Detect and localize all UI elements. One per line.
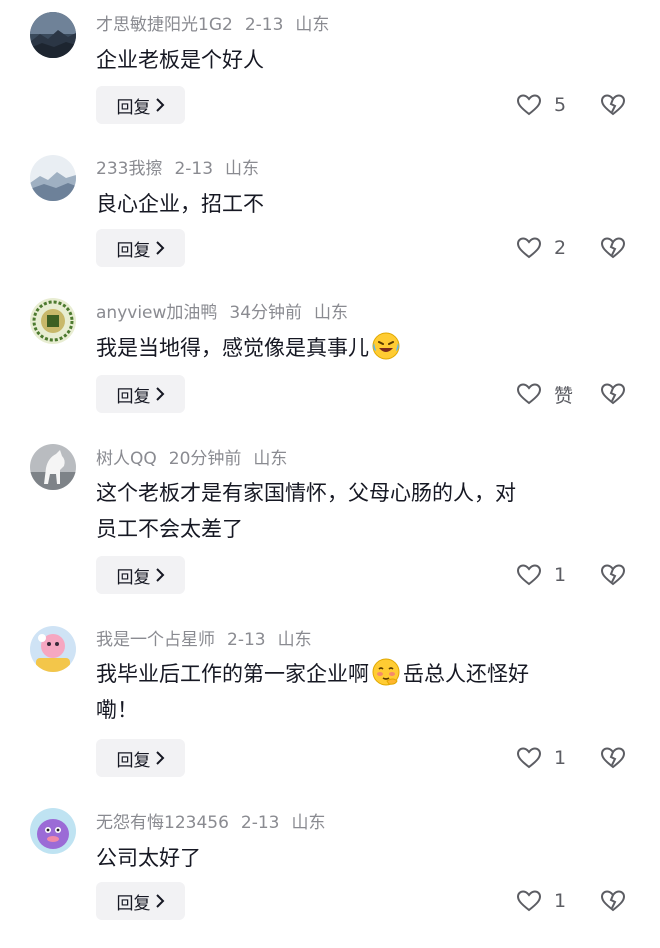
misty-mountain-avatar	[30, 155, 76, 201]
reply-button[interactable]: 回复	[96, 882, 185, 920]
username[interactable]: 无怨有悔123456	[96, 813, 229, 833]
chevron-right-icon	[155, 98, 164, 112]
reply-label: 回复	[116, 567, 151, 588]
reply-button[interactable]: 回复	[96, 375, 185, 413]
broken-heart-icon	[600, 383, 626, 405]
comment-time: 20分钟前	[168, 449, 242, 469]
comment-location: 山东	[314, 303, 349, 323]
broken-heart-icon	[600, 747, 626, 769]
comment-meta: 无怨有悔123456 2-13 山东	[96, 812, 338, 834]
like-count: 1	[554, 564, 567, 586]
comment-text: 这个老板才是有家国情怀，父母心肠的人，对 员工不会太差了	[96, 475, 636, 547]
avatar[interactable]	[30, 626, 76, 672]
comment-location: 山东	[291, 813, 326, 833]
comment-time: 2-13	[244, 15, 284, 35]
mountain-landscape-avatar	[30, 12, 76, 58]
chevron-right-icon	[155, 751, 164, 765]
heart-icon	[516, 564, 542, 586]
like-button[interactable]: 1	[516, 739, 566, 777]
shy-face-emoji	[372, 658, 400, 686]
username[interactable]: 树人QQ	[96, 449, 157, 469]
chevron-right-icon	[155, 241, 164, 255]
comment-text-line: 这个老板才是有家国情怀，父母心肠的人，对	[96, 481, 516, 505]
broken-heart-icon	[600, 890, 626, 912]
like-button[interactable]: 2	[516, 229, 566, 267]
heart-icon	[516, 237, 542, 259]
comment-meta: 才思敏捷阳光1G2 2-13 山东	[96, 14, 341, 36]
comment-text: 我毕业后工作的第一家企业啊 岳总人还怪好 嘞！	[96, 656, 636, 728]
white-horse-avatar	[30, 444, 76, 490]
like-button[interactable]: 赞	[516, 375, 573, 413]
heart-icon	[516, 94, 542, 116]
heart-icon	[516, 890, 542, 912]
comment-text: 良心企业，招工不	[96, 192, 264, 216]
reply-label: 回复	[116, 386, 151, 407]
purple-cartoon-avatar	[30, 808, 76, 854]
dislike-button[interactable]	[600, 882, 626, 920]
like-button[interactable]: 1	[516, 882, 566, 920]
reply-label: 回复	[116, 240, 151, 261]
broken-heart-icon	[600, 237, 626, 259]
like-count: 1	[554, 890, 567, 912]
like-count: 5	[554, 94, 567, 116]
comment-text: 企业老板是个好人	[96, 48, 264, 72]
comment-text: 公司太好了	[96, 846, 201, 870]
avatar[interactable]	[30, 444, 76, 490]
reply-label: 回复	[116, 750, 151, 771]
like-button[interactable]: 5	[516, 86, 566, 124]
comment-meta: 树人QQ 20分钟前 山东	[96, 448, 299, 470]
heart-icon	[516, 383, 542, 405]
avatar[interactable]	[30, 298, 76, 344]
comment-text: 我是当地得，感觉像是真事儿	[96, 330, 636, 366]
comment-time: 34分钟前	[229, 303, 303, 323]
reply-label: 回复	[116, 893, 151, 914]
avatar[interactable]	[30, 155, 76, 201]
green-badge-avatar	[30, 298, 76, 344]
like-button[interactable]: 1	[516, 556, 566, 594]
reply-button[interactable]: 回复	[96, 229, 185, 267]
username[interactable]: 我是一个占星师	[96, 630, 215, 650]
reply-button[interactable]: 回复	[96, 86, 185, 124]
dislike-button[interactable]	[600, 229, 626, 267]
comment-time: 2-13	[227, 630, 266, 650]
comment-text-body: 岳总人还怪好	[403, 662, 529, 686]
comment-time: 2-13	[240, 813, 280, 833]
chevron-right-icon	[155, 387, 164, 401]
reply-label: 回复	[116, 97, 151, 118]
like-count: 2	[554, 237, 567, 259]
comment-text-line: 嘞！	[96, 698, 138, 722]
dislike-button[interactable]	[600, 739, 626, 777]
chevron-right-icon	[155, 894, 164, 908]
comment-meta: 233我擦 2-13 山东	[96, 158, 271, 180]
comment-location: 山东	[295, 15, 330, 35]
reply-button[interactable]: 回复	[96, 556, 185, 594]
broken-heart-icon	[600, 564, 626, 586]
comment-text-line: 我毕业后工作的第一家企业啊 岳总人还怪好	[96, 656, 636, 692]
avatar[interactable]	[30, 12, 76, 58]
dislike-button[interactable]	[600, 375, 626, 413]
dislike-button[interactable]	[600, 556, 626, 594]
cartoon-pink-avatar	[30, 626, 76, 672]
heart-icon	[516, 747, 542, 769]
like-count: 1	[554, 747, 567, 769]
comment-meta: 我是一个占星师 2-13 山东	[96, 629, 324, 651]
dislike-button[interactable]	[600, 86, 626, 124]
comment-location: 山东	[277, 630, 312, 650]
comment-text-line: 员工不会太差了	[96, 517, 243, 541]
username[interactable]: 233我擦	[96, 159, 162, 179]
broken-heart-icon	[600, 94, 626, 116]
chevron-right-icon	[155, 568, 164, 582]
comment-location: 山东	[225, 159, 260, 179]
comment-location: 山东	[253, 449, 288, 469]
crying-laughing-emoji	[372, 332, 400, 360]
username[interactable]: anyview加油鸭	[96, 303, 217, 323]
like-count: 赞	[554, 384, 574, 407]
username[interactable]: 才思敏捷阳光1G2	[96, 15, 233, 35]
comment-text-body: 我是当地得，感觉像是真事儿	[96, 336, 369, 360]
reply-button[interactable]: 回复	[96, 739, 185, 777]
comment-time: 2-13	[174, 159, 214, 179]
comment-meta: anyview加油鸭 34分钟前 山东	[96, 302, 360, 324]
comment-text-body: 我毕业后工作的第一家企业啊	[96, 662, 369, 686]
avatar[interactable]	[30, 808, 76, 854]
